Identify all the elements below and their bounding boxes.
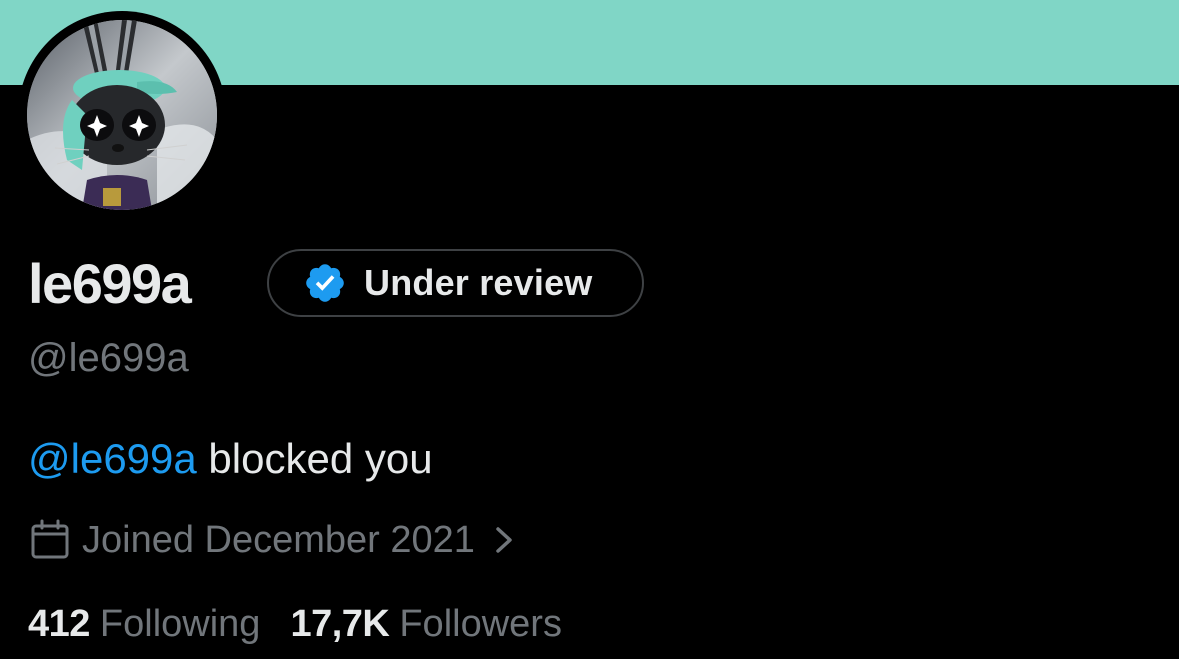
user-handle: @le699a <box>28 336 189 380</box>
display-name: le699a <box>28 252 192 315</box>
verified-check-icon <box>303 261 347 305</box>
badge-label: Under review <box>364 262 593 303</box>
followers-link[interactable]: 17,7K Followers <box>290 601 562 647</box>
blocked-mention-link[interactable]: @le699a <box>28 435 197 482</box>
verification-under-review-button[interactable]: Under review <box>267 249 644 317</box>
following-label: Following <box>99 603 261 645</box>
calendar-icon <box>30 519 70 561</box>
avatar-image <box>27 20 217 210</box>
followers-label: Followers <box>399 603 562 645</box>
avatar[interactable] <box>27 20 217 210</box>
joined-date-text: Joined December 2021 <box>82 519 475 561</box>
follow-stats: 412 Following 17,7K Followers <box>28 601 562 647</box>
followers-count: 17,7K <box>290 603 390 645</box>
following-count: 412 <box>28 603 90 645</box>
following-link[interactable]: 412 Following <box>28 601 260 647</box>
blocked-text: blocked you <box>196 435 433 482</box>
joined-date-row[interactable]: Joined December 2021 <box>30 517 517 563</box>
chevron-right-icon <box>491 525 517 555</box>
blocked-notice: @le699a blocked you <box>28 434 433 484</box>
profile-page: le699a Under review @le699a @le699a bloc… <box>0 0 1179 659</box>
